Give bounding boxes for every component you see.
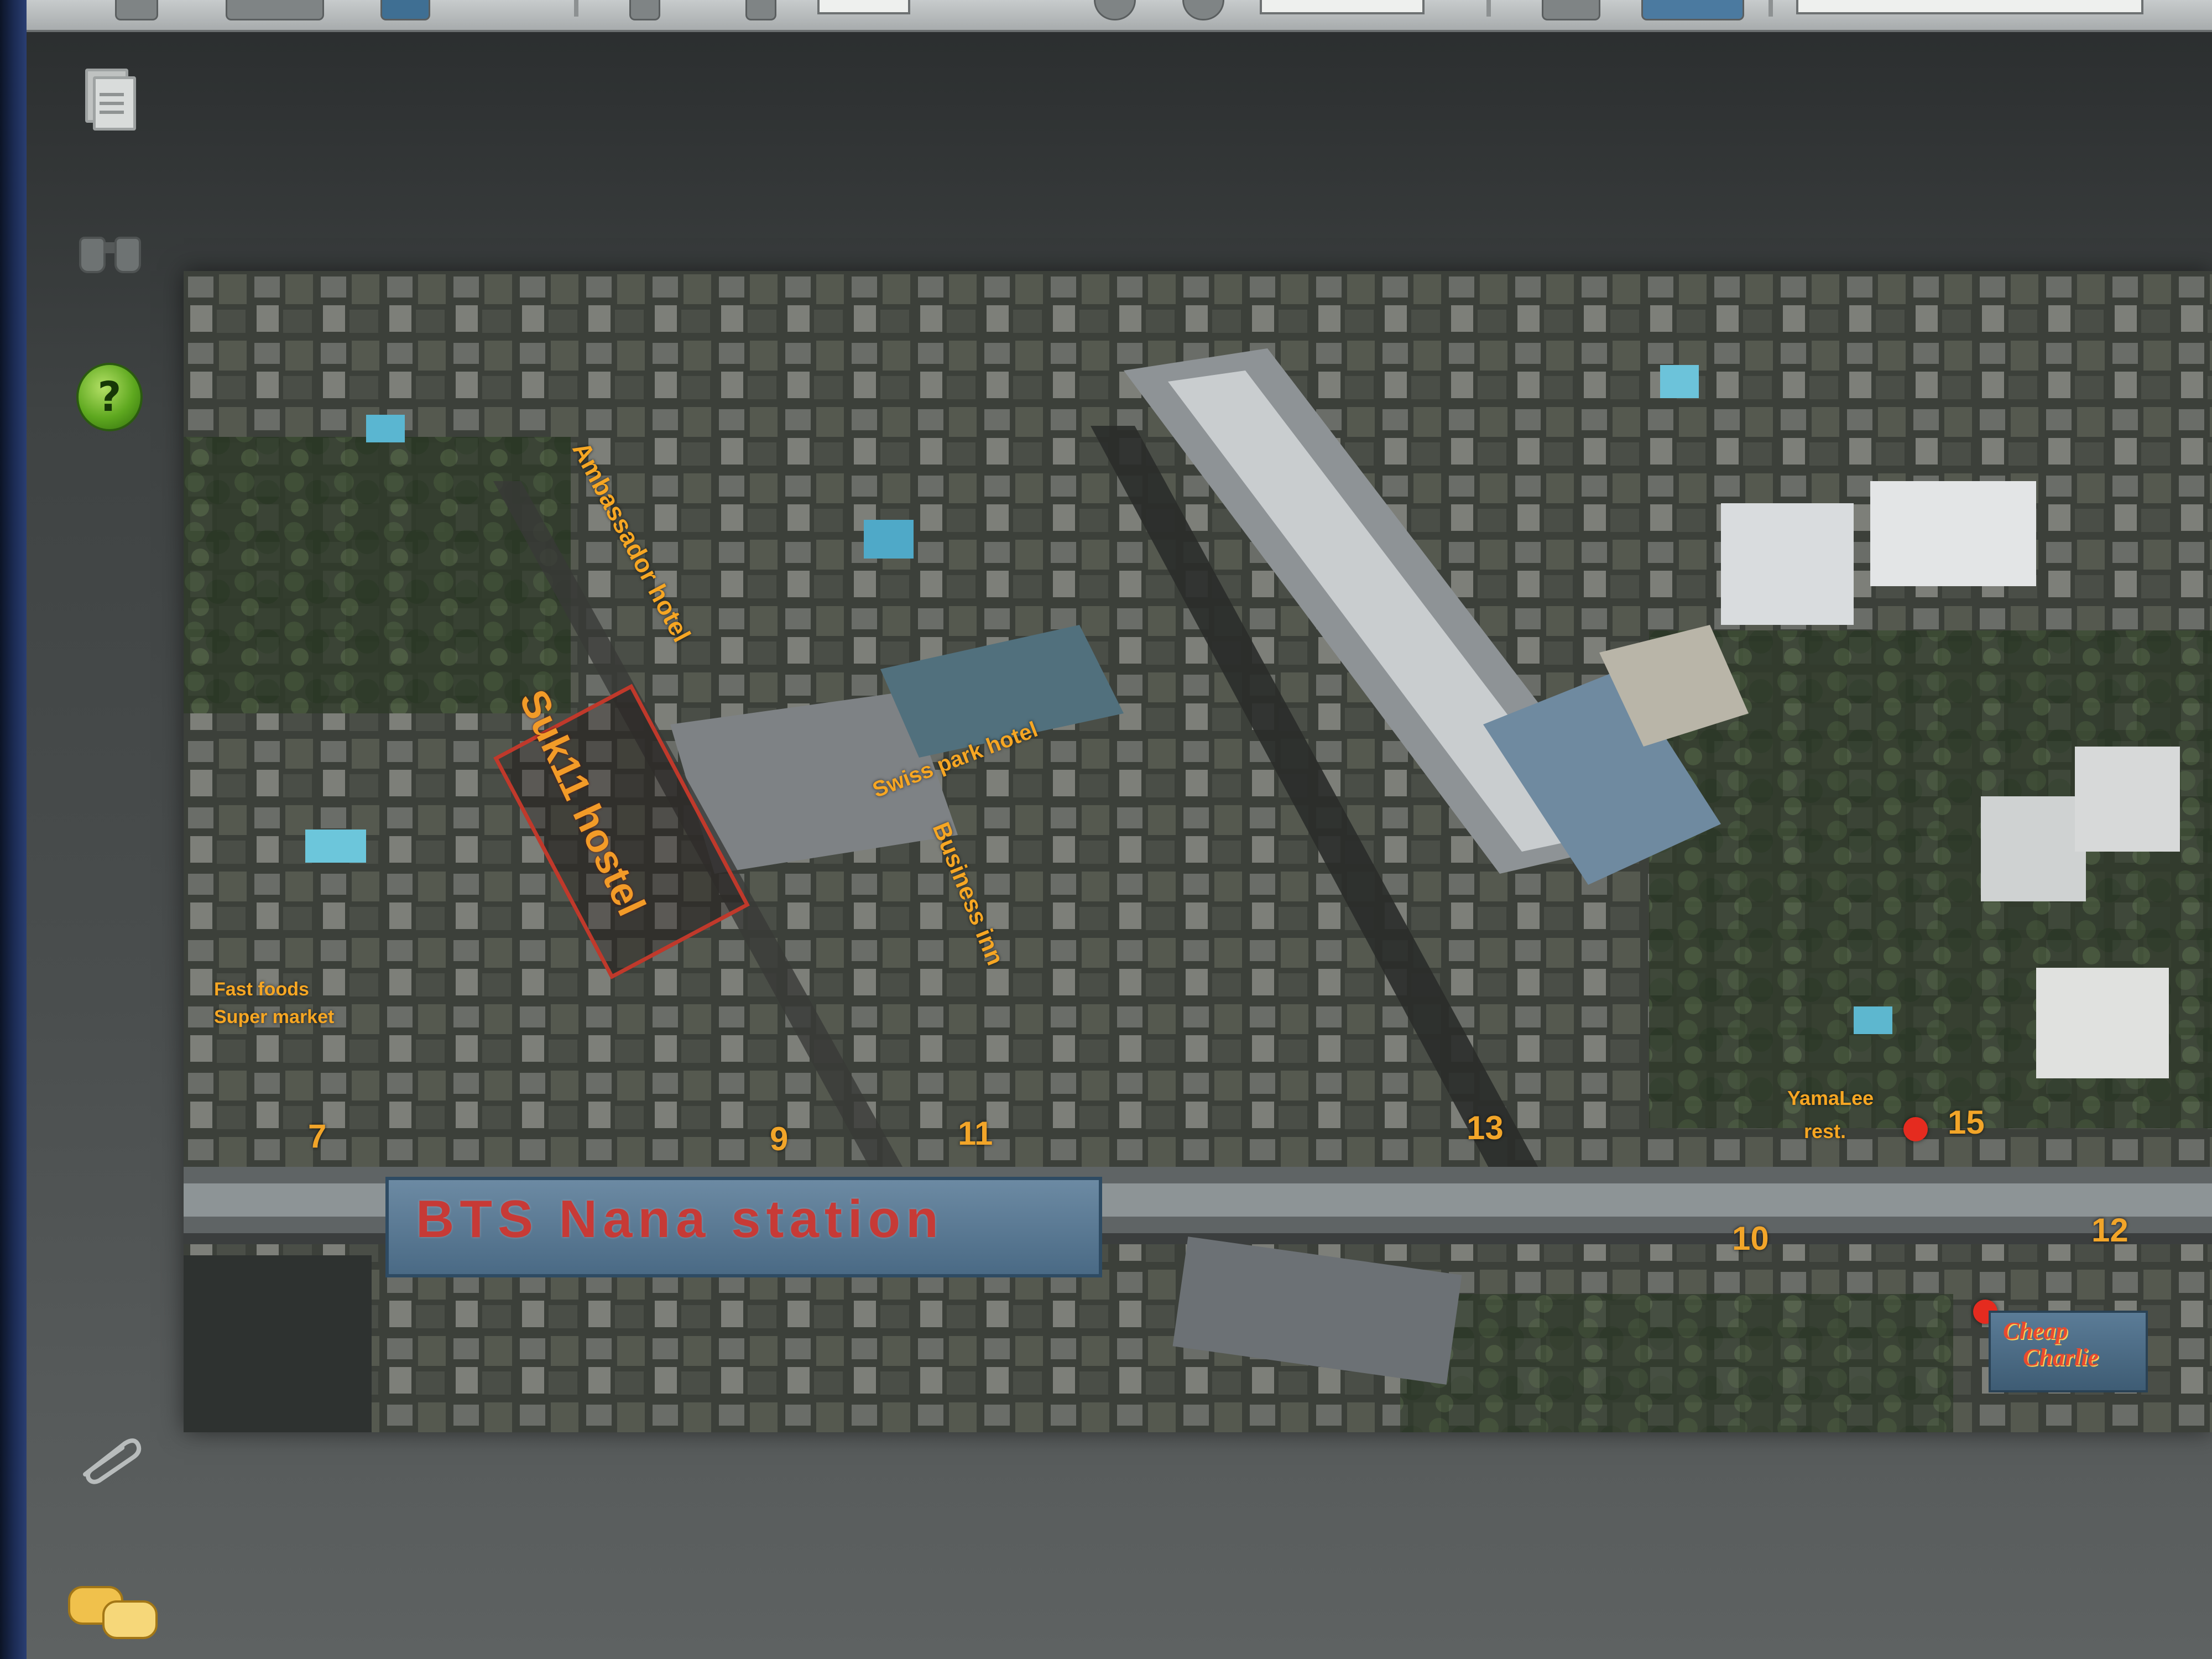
soi-9-label: 9 xyxy=(770,1120,789,1157)
fit-width-button[interactable] xyxy=(1641,0,1744,20)
help-button[interactable]: ? xyxy=(76,363,143,431)
yamalee-label: YamaLee xyxy=(1787,1087,1874,1109)
fast-foods-label: Fast foods xyxy=(214,979,309,1000)
yamalee-rest-label: rest. xyxy=(1804,1120,1846,1142)
cheap-charlie-logo-text: Cheap Charlie xyxy=(2003,1317,2099,1371)
soi-10-label: 10 xyxy=(1732,1220,1769,1257)
map-image: Ambassador hotel Suk11 hostel Swiss park… xyxy=(184,271,2212,1432)
soi-13-label: 13 xyxy=(1467,1109,1504,1146)
bts-station-label: BTS Nana station xyxy=(416,1190,944,1249)
soi-11-label: 11 xyxy=(958,1115,993,1152)
paperclip-icon xyxy=(83,1438,142,1484)
toolbar-button[interactable] xyxy=(226,0,324,20)
fit-page-button[interactable] xyxy=(1542,0,1600,20)
zoom-field[interactable] xyxy=(1260,0,1425,14)
attachments-button[interactable] xyxy=(76,1426,143,1492)
search-input[interactable] xyxy=(1796,0,2143,14)
monitor-bezel xyxy=(0,0,27,1659)
soi-12-label: 12 xyxy=(2091,1212,2128,1249)
left-sidebar: ? xyxy=(27,32,192,1659)
toolbar-separator xyxy=(574,0,578,17)
zoom-out-button[interactable] xyxy=(1094,0,1136,20)
document-icon xyxy=(85,69,136,131)
soi-7-label: 7 xyxy=(308,1118,327,1155)
comments-button[interactable] xyxy=(65,1580,165,1647)
comments-icon xyxy=(68,1580,162,1647)
soi-15-label: 15 xyxy=(1948,1104,1985,1141)
toolbar-button[interactable] xyxy=(629,0,660,20)
toolbar-button[interactable] xyxy=(745,0,776,20)
pages-panel-button[interactable] xyxy=(76,65,143,132)
toolbar-separator xyxy=(1486,0,1491,17)
toolbar xyxy=(27,0,2212,32)
help-icon: ? xyxy=(76,363,143,431)
binoculars-icon xyxy=(79,226,141,273)
toolbar-separator xyxy=(1768,0,1773,17)
zoom-in-button[interactable] xyxy=(1182,0,1224,20)
toolbar-button[interactable] xyxy=(380,0,430,20)
toolbar-button[interactable] xyxy=(115,0,158,20)
page-number-field[interactable] xyxy=(817,0,910,14)
super-market-label: Super market xyxy=(214,1006,335,1027)
find-panel-button[interactable] xyxy=(76,215,143,281)
yamalee-marker xyxy=(1903,1117,1928,1141)
monitor-screen: ? Ambassador hotel Suk11 hostel Swiss pa… xyxy=(0,0,2212,1659)
